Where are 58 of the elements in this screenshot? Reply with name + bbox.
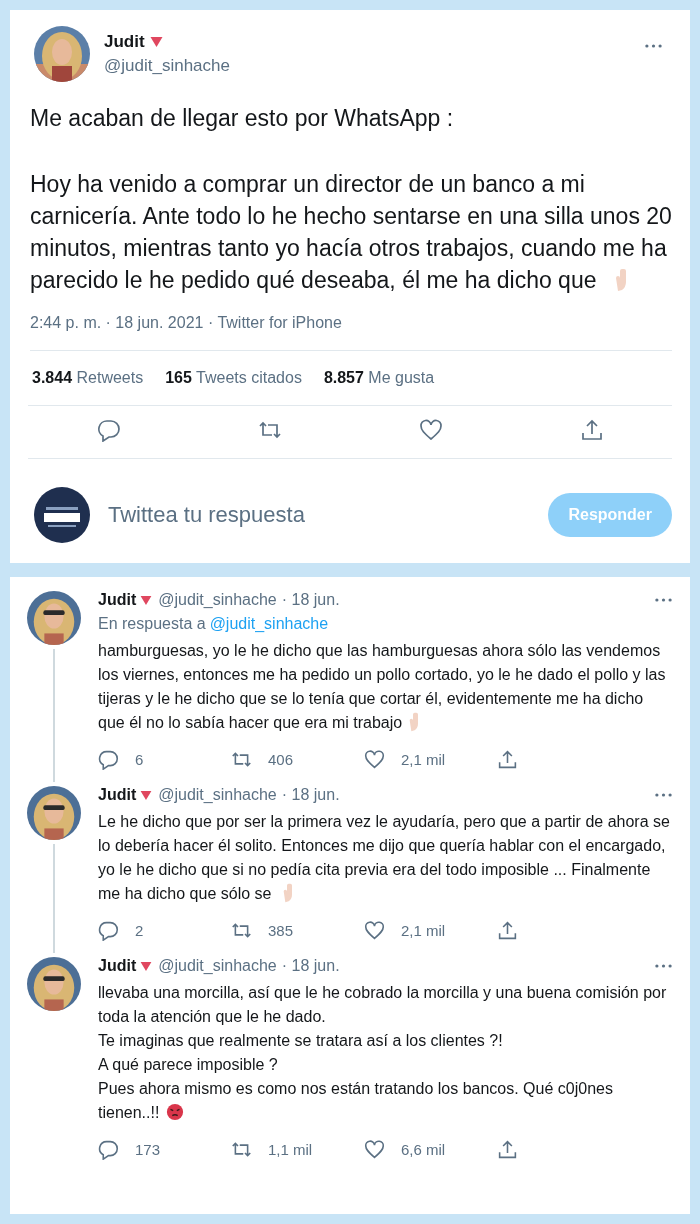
user-handle[interactable]: @judit_sinhache [104, 56, 631, 76]
stat-link[interactable]: 3.844 Retweets [32, 369, 144, 387]
tweet-date[interactable]: · 18 jun. [281, 591, 340, 609]
share-icon[interactable] [497, 1139, 518, 1160]
in-reply-label: En respuesta a [98, 615, 206, 632]
heart-icon[interactable] [364, 1139, 385, 1160]
heart-icon[interactable] [418, 418, 443, 442]
share-icon[interactable] [497, 749, 518, 770]
action-count: 6,6 mil [401, 1141, 446, 1158]
user-name[interactable]: Judit [98, 957, 137, 975]
more-icon[interactable] [655, 964, 672, 968]
user-handle[interactable]: @judit_sinhache [158, 591, 277, 609]
heart-icon[interactable] [364, 920, 385, 941]
reply-icon[interactable] [98, 1139, 119, 1160]
reply-icon[interactable] [98, 920, 119, 941]
share-icon[interactable] [579, 418, 604, 442]
tweet-text: hamburguesas, yo le he dicho que las hamburguesas ahora sólo las vendemos los viernes, entonces me ha pedido un pollo cortado, yo le he dado el pollo y las tijeras y le he dicho que se lo tenía que cortar él, evidentemente me ha dicho que él no lo sabía hacer que era mi trabajo [98, 641, 667, 734]
triangle-icon [140, 790, 153, 800]
stat-link[interactable]: 165 Tweets citados [165, 369, 302, 387]
stat-link[interactable]: 8.857 Me gusta [323, 369, 435, 387]
tweet-text: Pues ahora mismo es como nos están tratando los bancos. Qué c0j0nes tienen..!! [98, 1079, 614, 1124]
reply-icon[interactable] [98, 749, 119, 770]
user-handle[interactable]: @judit_sinhache [158, 786, 277, 804]
tweet-date[interactable]: · 18 jun. [281, 786, 340, 804]
action-count: 2 [135, 922, 144, 939]
mention-link[interactable]: @judit_sinhache [209, 615, 329, 632]
share-icon[interactable] [497, 920, 518, 941]
action-count: 406 [268, 751, 294, 768]
action-count: 2,1 mil [401, 922, 446, 939]
retweet-icon[interactable] [231, 1139, 252, 1160]
action-count: 173 [135, 1141, 161, 1158]
tweet-text: Le he dicho que por ser la primera vez le ayudaría, pero que a partir de ahora se lo debería hacer él solito. Entonces me dijo que quería hablar con el encargado, yo le he dicho que si no pedía cita previa era del todo imposible ... Finalmente me ha dicho que sólo se [98, 812, 671, 905]
user-name[interactable]: Judit [98, 591, 137, 609]
tweet-text: Me acaban de llegar esto por WhatsApp : [30, 104, 455, 133]
tweet-text: A qué parece imposible ? [98, 1055, 279, 1075]
more-icon[interactable] [645, 44, 662, 48]
tweet-text: Te imaginas que realmente se tratara así a los clientes ?! [98, 1031, 504, 1051]
retweet-icon[interactable] [231, 749, 252, 770]
tweet-text: Hoy ha venido a comprar un director de un banco a mi carnicería. Ante todo lo he hecho sentarse en una silla unos 20 minutos, mientras tanto yo hacía otros trabajos, cuando me ha parecido le he pedido qué deseaba, él me ha dicho que [30, 170, 672, 295]
tweet-date[interactable]: · 18 jun. [281, 957, 340, 975]
more-icon[interactable] [655, 793, 672, 797]
heart-icon[interactable] [364, 749, 385, 770]
tweet-text: llevaba una morcilla, así que le he cobrado la morcilla y una buena comisión por toda la atención que le he dado. [98, 983, 668, 1027]
action-count: 385 [268, 922, 294, 939]
retweet-icon[interactable] [231, 920, 252, 941]
more-icon[interactable] [655, 598, 672, 602]
angry-face-icon [165, 1102, 184, 1122]
action-count: 2,1 mil [401, 751, 446, 768]
triangle-icon [140, 961, 153, 971]
action-count: 1,1 mil [268, 1141, 313, 1158]
user-handle[interactable]: @judit_sinhache [158, 957, 277, 975]
tweet-time[interactable]: 2:44 p. m. · 18 jun. 2021 · Twitter for iPhone [30, 314, 672, 351]
action-count: 6 [135, 751, 144, 768]
reply-icon[interactable] [96, 418, 121, 442]
user-name[interactable]: Judit [104, 32, 145, 52]
user-name[interactable]: Judit [98, 786, 137, 804]
triangle-icon [140, 595, 153, 605]
triangle-icon [149, 37, 163, 47]
